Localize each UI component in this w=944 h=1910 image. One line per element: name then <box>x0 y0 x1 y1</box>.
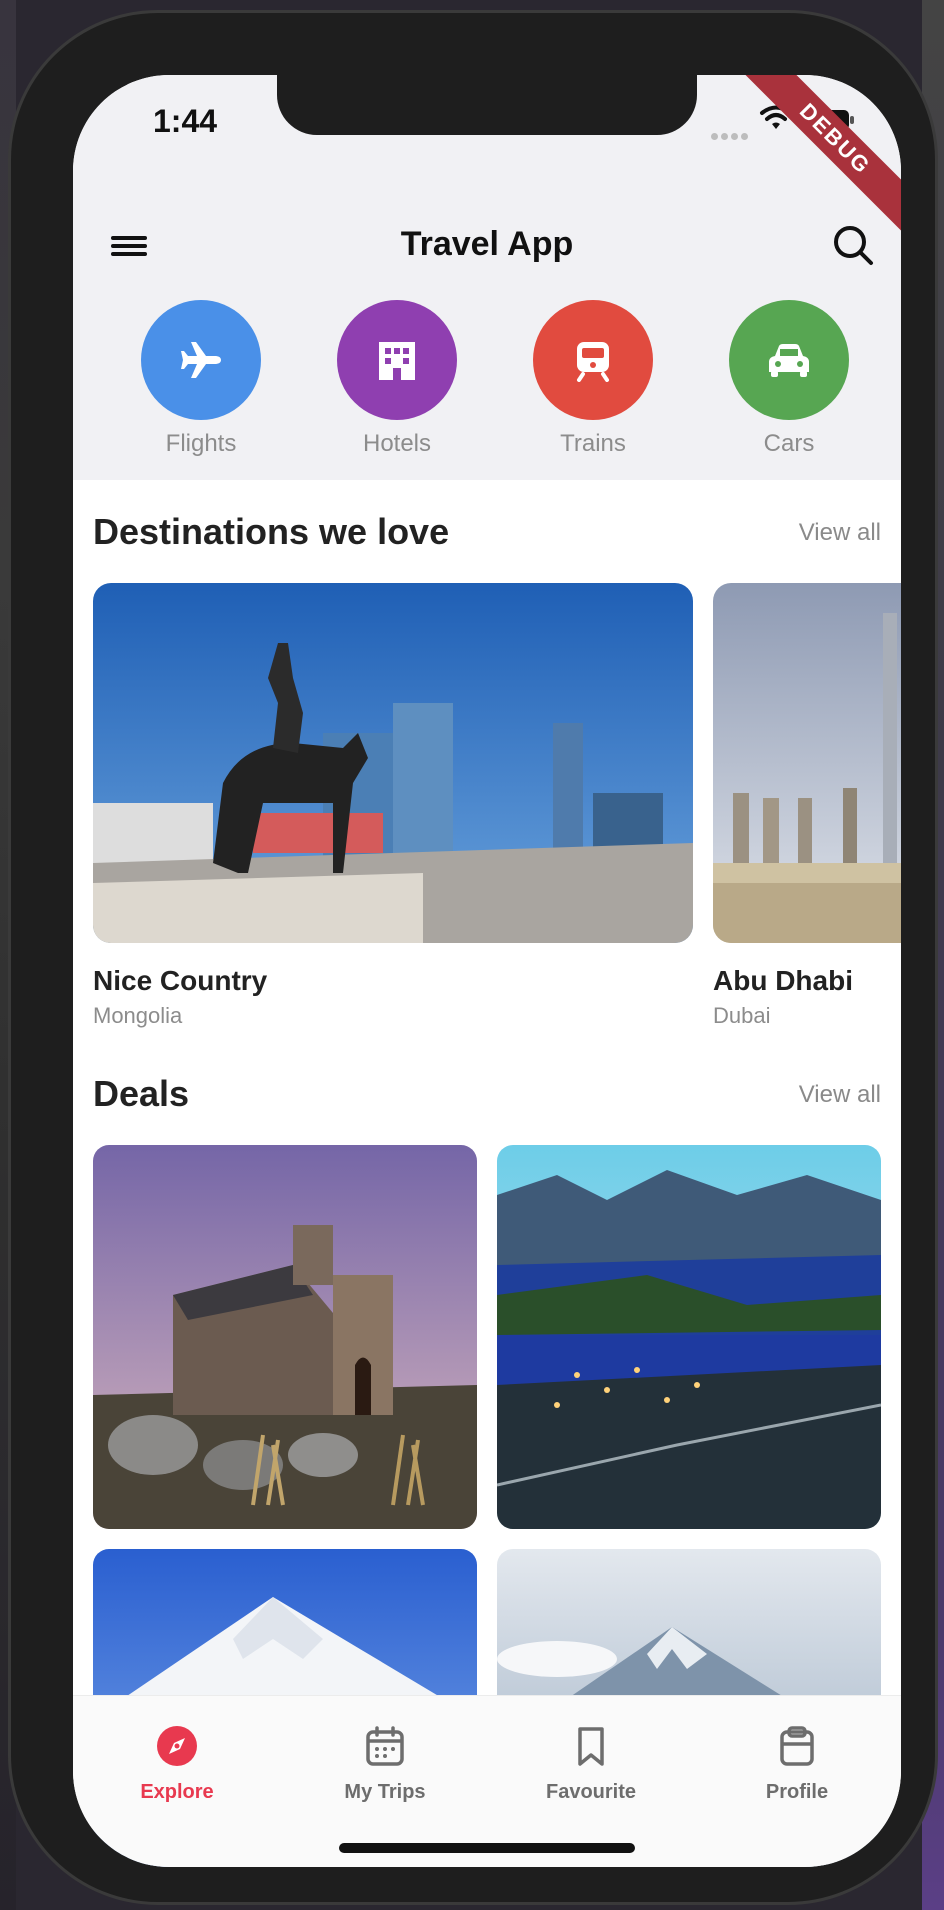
tab-label: My Trips <box>344 1781 426 1803</box>
destination-image <box>93 583 693 943</box>
destination-name: Nice Country <box>93 965 268 996</box>
category-trains[interactable]: Trains <box>523 300 663 458</box>
deal-card[interactable] <box>93 1145 477 1529</box>
app-header: Travel App <box>73 195 901 300</box>
destination-card[interactable]: Abu Dhabi Dubai <box>713 583 901 1029</box>
tab-label: Explore <box>140 1781 214 1803</box>
section-title-deals: Deals <box>93 1073 190 1114</box>
airplane-icon <box>141 300 261 420</box>
home-indicator[interactable] <box>339 1843 635 1853</box>
tab-favourite[interactable]: Favourite <box>501 1724 681 1804</box>
phone-frame: DEBUG 1:44 Travel App Flights Hotels Tra… <box>8 10 938 1905</box>
destination-subtitle: Mongolia <box>93 1003 183 1028</box>
train-icon <box>533 300 653 420</box>
status-time: 1:44 <box>153 103 218 139</box>
page-title: Travel App <box>400 225 574 263</box>
search-icon[interactable] <box>831 223 875 267</box>
view-all-deals-link[interactable]: View all <box>799 1081 881 1109</box>
car-icon <box>729 300 849 420</box>
bottom-tab-bar: Explore My Trips Favourite Profile <box>73 1695 901 1867</box>
destination-name: Abu Dhabi <box>713 965 853 996</box>
category-cars[interactable]: Cars <box>719 300 859 458</box>
deal-card[interactable] <box>497 1145 881 1529</box>
destination-subtitle: Dubai <box>713 1003 771 1028</box>
destination-card[interactable]: Nice Country Mongolia <box>93 583 693 1029</box>
category-label: Flights <box>165 430 237 457</box>
tab-label: Favourite <box>545 1781 637 1803</box>
category-label: Hotels <box>362 430 432 457</box>
category-row: Flights Hotels Trains Cars <box>73 300 901 480</box>
bookmark-icon <box>578 1727 604 1766</box>
section-title-destinations: Destinations we love <box>93 511 450 552</box>
tab-explore[interactable]: Explore <box>87 1724 267 1804</box>
view-all-destinations-link[interactable]: View all <box>799 519 881 547</box>
signal-icon <box>711 127 751 140</box>
tab-profile[interactable]: Profile <box>707 1724 887 1804</box>
device-notch <box>277 75 697 135</box>
compass-icon <box>157 1726 197 1766</box>
tab-my-trips[interactable]: My Trips <box>295 1724 475 1804</box>
app-screen: DEBUG 1:44 Travel App Flights Hotels Tra… <box>73 75 901 1867</box>
category-flights[interactable]: Flights <box>131 300 271 458</box>
destination-image <box>713 583 901 943</box>
category-label: Cars <box>763 430 815 457</box>
clipboard-icon <box>780 1726 814 1766</box>
tab-label: Profile <box>765 1781 829 1803</box>
hotel-icon <box>337 300 457 420</box>
category-label: Trains <box>560 430 626 457</box>
category-hotels[interactable]: Hotels <box>327 300 467 458</box>
calendar-icon <box>366 1726 404 1766</box>
